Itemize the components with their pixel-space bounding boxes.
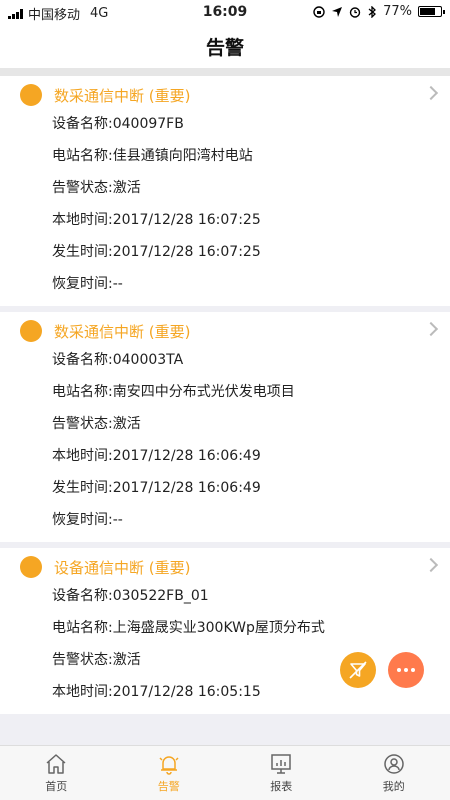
field-value: 激活 xyxy=(112,180,141,196)
more-button[interactable] xyxy=(388,652,424,688)
field-label: 电站名称: xyxy=(52,620,113,636)
field-value: 激活 xyxy=(112,652,141,668)
filter-button[interactable] xyxy=(340,652,376,688)
field-value: 2017/12/28 16:06:49 xyxy=(112,480,261,496)
alarm-field: 恢复时间:-- xyxy=(0,504,450,536)
field-label: 告警状态: xyxy=(52,180,113,196)
alarm-card[interactable]: 设备通信中断 (重要) 设备名称:030522FB_01 电站名称:上海盛晟实业30… xyxy=(0,548,450,714)
alarm-field: 设备名称:040003TA xyxy=(0,344,450,376)
more-icon xyxy=(397,668,415,672)
alarm-card-header: 数采通信中断 (重要) xyxy=(0,318,450,344)
tab-profile[interactable]: 我的 xyxy=(338,746,450,800)
alarm-field: 发生时间:2017/12/28 16:07:25 xyxy=(0,236,450,268)
alarm-field: 告警状态:激活 xyxy=(0,644,450,676)
status-right: 77% xyxy=(313,4,445,19)
field-label: 告警状态: xyxy=(52,416,113,432)
alarm-field: 本地时间:2017/12/28 16:07:25 xyxy=(0,204,450,236)
field-label: 设备名称: xyxy=(52,352,113,368)
alarm-field: 电站名称:南安四中分布式光伏发电项目 xyxy=(0,376,450,408)
alarm-field: 设备名称:040097FB xyxy=(0,108,450,140)
field-value: -- xyxy=(112,276,123,292)
alarm-card[interactable]: 数采通信中断 (重要) 设备名称:040097FB 电站名称:佳县通镇向阳湾村电站告… xyxy=(0,76,450,306)
alarm-field: 告警状态:激活 xyxy=(0,172,450,204)
alarm-field: 恢复时间:-- xyxy=(0,268,450,300)
alarm-title: 数采通信中断 (重要) xyxy=(54,86,191,105)
field-value: 2017/12/28 16:05:15 xyxy=(112,684,261,700)
field-label: 本地时间: xyxy=(52,684,113,700)
field-label: 恢复时间: xyxy=(52,512,113,528)
page-title: 告警 xyxy=(205,36,244,59)
profile-icon xyxy=(384,754,404,774)
rotation-lock-icon xyxy=(313,5,325,18)
tab-bar: 首页 告警 报表 我的 xyxy=(0,745,450,800)
location-icon xyxy=(332,6,343,17)
field-value: 佳县通镇向阳湾村电站 xyxy=(112,148,253,164)
bluetooth-icon xyxy=(368,5,377,18)
alarm-field: 电站名称:上海盛晟实业300KWp屋顶分布式 xyxy=(0,612,450,644)
tab-label: 报表 xyxy=(270,780,293,793)
alarm-severity-icon xyxy=(20,84,42,106)
field-value: 2017/12/28 16:07:25 xyxy=(112,212,261,228)
status-bar: 中国移动 4G 16:09 77% xyxy=(0,0,450,24)
alarm-severity-icon xyxy=(20,320,42,342)
nav-bar: 告警 xyxy=(0,24,450,68)
field-label: 设备名称: xyxy=(52,588,113,604)
field-label: 本地时间: xyxy=(52,448,113,464)
alarm-field: 设备名称:030522FB_01 xyxy=(0,580,450,612)
alarm-card-header: 设备通信中断 (重要) xyxy=(0,554,450,580)
field-value: 030522FB_01 xyxy=(112,588,209,604)
filter-icon xyxy=(349,661,367,679)
field-value: 2017/12/28 16:06:49 xyxy=(112,448,261,464)
alarm-severity-icon xyxy=(20,556,42,578)
field-label: 发生时间: xyxy=(52,244,113,260)
field-label: 告警状态: xyxy=(52,652,113,668)
field-label: 本地时间: xyxy=(52,212,113,228)
alarm-field: 发生时间:2017/12/28 16:06:49 xyxy=(0,472,450,504)
alarm-card-header: 数采通信中断 (重要) xyxy=(0,82,450,108)
alarm-card[interactable]: 数采通信中断 (重要) 设备名称:040003TA 电站名称:南安四中分布式光伏发电… xyxy=(0,312,450,542)
field-label: 发生时间: xyxy=(52,480,113,496)
divider xyxy=(0,68,450,76)
tab-home[interactable]: 首页 xyxy=(0,746,113,800)
battery-percent: 77% xyxy=(383,4,412,19)
alarm-field: 本地时间:2017/12/28 16:05:15 xyxy=(0,676,450,708)
tab-label: 告警 xyxy=(157,780,180,793)
field-value: 040097FB xyxy=(112,116,184,132)
field-value: -- xyxy=(112,512,123,528)
tab-report[interactable]: 报表 xyxy=(225,746,338,800)
field-value: 040003TA xyxy=(112,352,184,368)
alarm-list: 数采通信中断 (重要) 设备名称:040097FB 电站名称:佳县通镇向阳湾村电站告… xyxy=(0,76,450,720)
field-label: 电站名称: xyxy=(52,148,113,164)
field-label: 设备名称: xyxy=(52,116,113,132)
tab-label: 我的 xyxy=(382,780,405,793)
alarm-field: 告警状态:激活 xyxy=(0,408,450,440)
alarm-title: 数采通信中断 (重要) xyxy=(54,322,191,341)
alarm-field: 电站名称:佳县通镇向阳湾村电站 xyxy=(0,140,450,172)
report-icon xyxy=(271,754,291,774)
field-value: 激活 xyxy=(112,416,141,432)
home-icon xyxy=(46,754,66,774)
field-label: 电站名称: xyxy=(52,384,113,400)
bell-icon xyxy=(159,756,179,775)
field-label: 恢复时间: xyxy=(52,276,113,292)
alarm-clock-icon xyxy=(349,6,361,18)
battery-icon xyxy=(418,6,445,17)
alarm-field: 本地时间:2017/12/28 16:06:49 xyxy=(0,440,450,472)
tab-alarm[interactable]: 告警 xyxy=(113,746,226,800)
tab-label: 首页 xyxy=(45,780,68,793)
field-value: 上海盛晟实业300KWp屋顶分布式 xyxy=(112,620,325,636)
field-value: 南安四中分布式光伏发电项目 xyxy=(112,384,295,400)
field-value: 2017/12/28 16:07:25 xyxy=(112,244,261,260)
alarm-title: 设备通信中断 (重要) xyxy=(54,558,191,577)
